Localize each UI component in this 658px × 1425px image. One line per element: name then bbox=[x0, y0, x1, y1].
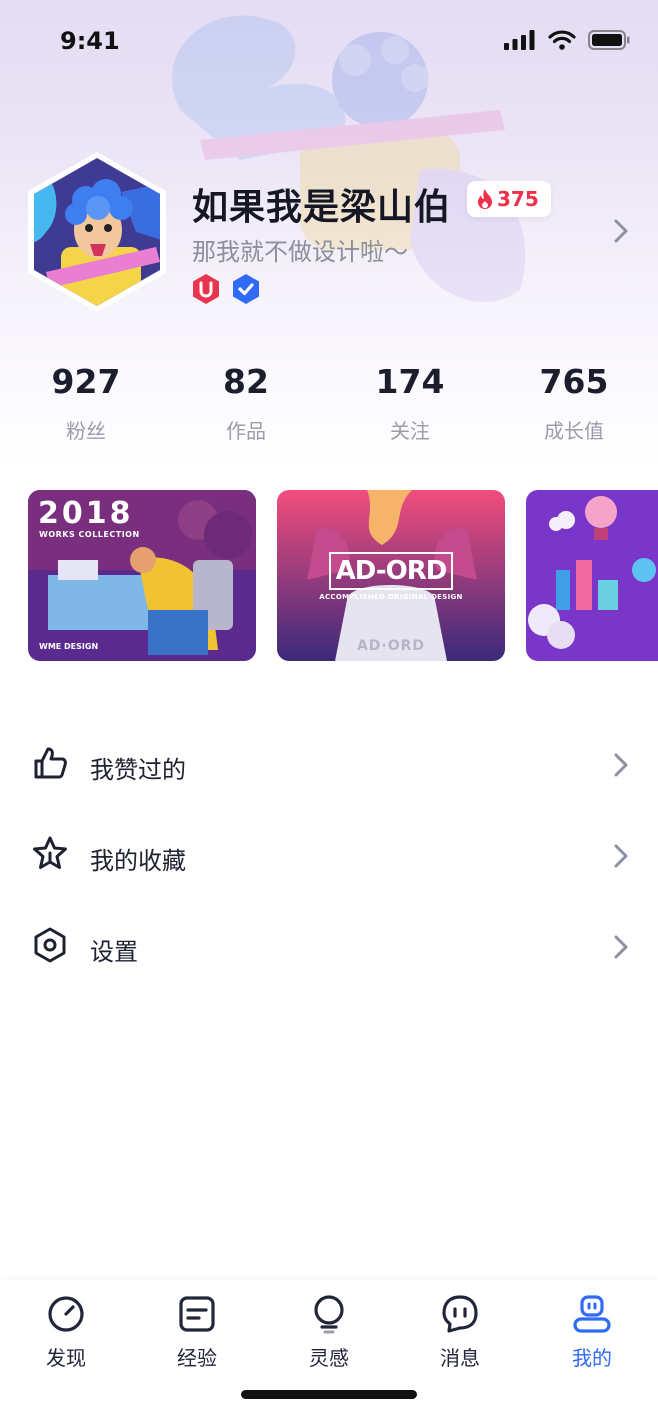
username: 如果我是梁山伯 bbox=[192, 187, 452, 228]
stat-label: 粉丝 bbox=[66, 419, 106, 443]
tab-discover[interactable]: 发现 bbox=[21, 1294, 111, 1371]
work-thumbnail bbox=[526, 490, 658, 661]
tab-messages[interactable]: 消息 bbox=[415, 1294, 505, 1371]
menu-item-settings[interactable]: 设置 bbox=[0, 906, 658, 986]
tab-bar: 发现 经验 灵感 消息 我的 bbox=[0, 1280, 658, 1425]
status-time: 9:41 bbox=[60, 27, 120, 55]
heat-badge: 375 bbox=[467, 181, 551, 217]
menu-item-liked[interactable]: 我赞过的 bbox=[0, 724, 658, 804]
work-card[interactable]: 2018 WORKS COLLECTION WME DESIGN bbox=[28, 490, 256, 661]
stat-growth[interactable]: 765 成长值 bbox=[514, 362, 634, 444]
tab-me[interactable]: 我的 bbox=[547, 1294, 637, 1371]
work-title: AD-ORD bbox=[329, 552, 453, 590]
stat-value: 82 bbox=[223, 362, 269, 401]
work-subtitle: ACCOMPLISHED ORIGINAL DESIGN bbox=[319, 593, 463, 601]
tab-label: 消息 bbox=[440, 1346, 480, 1370]
profile-chevron-right-icon[interactable] bbox=[610, 218, 632, 244]
tab-label: 发现 bbox=[46, 1346, 86, 1370]
article-icon bbox=[179, 1296, 215, 1332]
settings-hexagon-icon bbox=[34, 927, 66, 963]
work-card[interactable]: AD-ORD ACCOMPLISHED ORIGINAL DESIGN AD·O… bbox=[277, 490, 505, 661]
cellular-signal-icon bbox=[504, 30, 535, 50]
menu-label: 设置 bbox=[90, 938, 138, 966]
work-footer: WME DESIGN bbox=[39, 642, 99, 651]
works-gallery[interactable]: 2018 WORKS COLLECTION WME DESIGN AD-ORD … bbox=[0, 490, 658, 662]
menu-item-favorites[interactable]: 我的收藏 bbox=[0, 815, 658, 895]
stat-label: 作品 bbox=[226, 419, 266, 443]
tab-label: 灵感 bbox=[309, 1346, 349, 1370]
menu-label: 我赞过的 bbox=[90, 756, 186, 784]
menu-label: 我的收藏 bbox=[90, 847, 186, 875]
stat-works[interactable]: 82 作品 bbox=[186, 362, 306, 444]
work-year: 2018 bbox=[38, 496, 134, 531]
fire-icon bbox=[478, 189, 492, 209]
stat-label: 成长值 bbox=[544, 419, 604, 443]
bio: 那我就不做设计啦～ bbox=[192, 238, 408, 266]
work-card[interactable] bbox=[526, 490, 658, 661]
user-icon bbox=[573, 1295, 611, 1333]
chevron-right-icon bbox=[614, 935, 628, 959]
work-subtitle: WORKS COLLECTION bbox=[39, 530, 140, 539]
chevron-right-icon bbox=[614, 753, 628, 777]
tab-label: 我的 bbox=[572, 1346, 612, 1370]
stat-following[interactable]: 174 关注 bbox=[350, 362, 470, 444]
work-bottle-label: AD·ORD bbox=[356, 638, 426, 654]
home-indicator bbox=[241, 1390, 417, 1399]
tab-label: 经验 bbox=[177, 1346, 217, 1370]
tab-experience[interactable]: 经验 bbox=[152, 1294, 242, 1371]
verified-icon[interactable] bbox=[232, 274, 260, 304]
message-icon bbox=[442, 1295, 478, 1333]
stat-value: 927 bbox=[51, 362, 121, 401]
chevron-right-icon bbox=[614, 844, 628, 868]
star-icon bbox=[33, 836, 67, 869]
stat-value: 765 bbox=[539, 362, 609, 401]
compass-icon bbox=[48, 1296, 84, 1332]
tab-inspiration[interactable]: 灵感 bbox=[284, 1294, 374, 1371]
stat-value: 174 bbox=[375, 362, 445, 401]
wifi-icon bbox=[548, 30, 576, 50]
status-bar: 9:41 bbox=[0, 0, 658, 84]
user-badges bbox=[192, 274, 260, 304]
avatar[interactable] bbox=[26, 152, 168, 312]
u-badge-icon[interactable] bbox=[192, 274, 220, 304]
thumbs-up-icon bbox=[34, 747, 67, 779]
stat-label: 关注 bbox=[390, 419, 430, 443]
battery-icon bbox=[588, 30, 630, 50]
status-icons bbox=[504, 30, 630, 50]
lightbulb-icon bbox=[314, 1295, 344, 1334]
heat-count: 375 bbox=[497, 187, 539, 211]
stat-fans[interactable]: 927 粉丝 bbox=[26, 362, 146, 444]
